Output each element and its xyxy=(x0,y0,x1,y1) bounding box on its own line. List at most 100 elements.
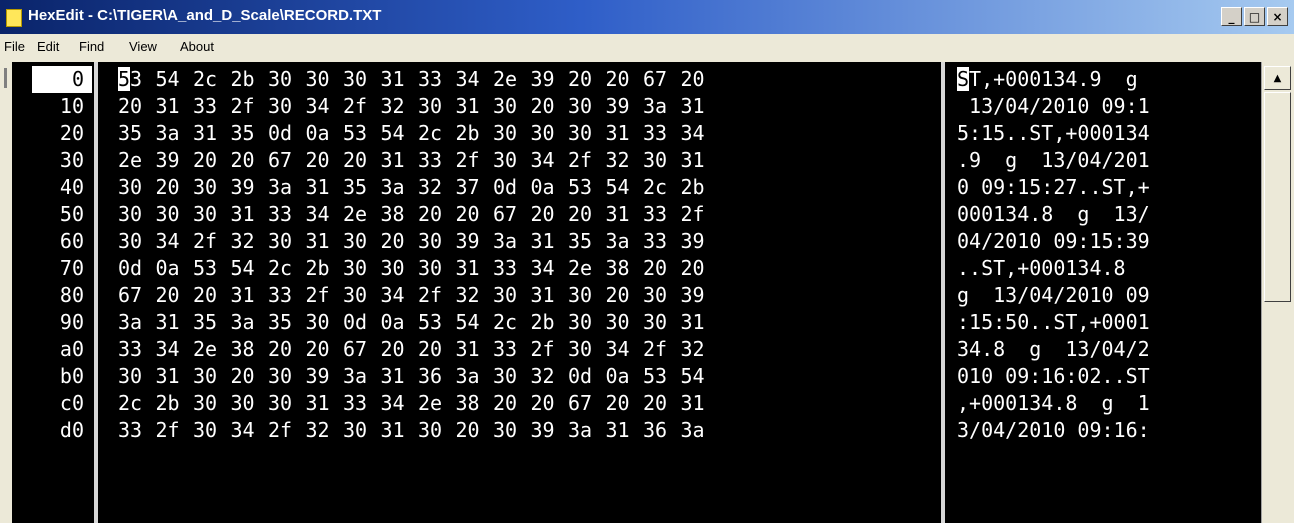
hex-byte[interactable]: 33 xyxy=(418,66,456,93)
hex-byte[interactable]: 39 xyxy=(156,147,194,174)
hex-byte[interactable]: 0d xyxy=(568,363,606,390)
hex-byte[interactable]: 30 xyxy=(568,120,606,147)
hex-byte[interactable]: 3a xyxy=(568,417,606,444)
ascii-row[interactable]: 04/2010 09:15:39 xyxy=(957,228,1257,255)
app-icon[interactable] xyxy=(6,9,22,27)
hex-byte[interactable]: 53 xyxy=(568,174,606,201)
hex-byte[interactable]: 20 xyxy=(531,390,569,417)
hex-byte[interactable]: 35 xyxy=(118,120,156,147)
hex-byte[interactable]: 36 xyxy=(643,417,681,444)
hex-byte[interactable]: 67 xyxy=(493,201,531,228)
ascii-row[interactable]: g 13/04/2010 09 xyxy=(957,282,1257,309)
hex-byte[interactable]: 53 xyxy=(118,66,156,93)
hex-byte[interactable]: 20 xyxy=(231,147,269,174)
hex-byte[interactable]: 2c xyxy=(268,255,306,282)
hex-byte[interactable]: 33 xyxy=(268,201,306,228)
hex-byte[interactable]: 3a xyxy=(118,309,156,336)
hex-byte[interactable]: 30 xyxy=(493,147,531,174)
hex-row[interactable]: 3a 31 35 3a 35 30 0d 0a 53 54 2c 2b 30 30 30 31 xyxy=(118,309,938,336)
hex-byte[interactable]: 38 xyxy=(606,255,644,282)
hex-byte[interactable]: 20 xyxy=(568,66,606,93)
hex-byte[interactable]: 34 xyxy=(606,336,644,363)
hex-byte[interactable]: 20 xyxy=(193,147,231,174)
hex-byte[interactable]: 30 xyxy=(118,228,156,255)
hex-byte[interactable]: 0a xyxy=(381,309,419,336)
hex-byte[interactable]: 2f xyxy=(343,93,381,120)
hex-byte[interactable]: 20 xyxy=(306,336,344,363)
hex-byte[interactable]: 2c xyxy=(418,120,456,147)
hex-byte[interactable]: 20 xyxy=(193,282,231,309)
hex-byte[interactable]: 38 xyxy=(231,336,269,363)
hex-byte[interactable]: 0a xyxy=(306,120,344,147)
hex-byte[interactable]: 2e xyxy=(568,255,606,282)
hex-row[interactable]: 2e 39 20 20 67 20 20 31 33 2f 30 34 2f 32 30 31 xyxy=(118,147,938,174)
ascii-row[interactable]: :15:50..ST,+0001 xyxy=(957,309,1257,336)
menu-about[interactable]: About xyxy=(180,39,214,54)
hex-byte[interactable]: 31 xyxy=(681,93,719,120)
hex-byte[interactable]: 30 xyxy=(118,363,156,390)
hex-byte[interactable]: 2b xyxy=(231,66,269,93)
hex-byte[interactable]: 20 xyxy=(156,282,194,309)
hex-byte[interactable]: 54 xyxy=(606,174,644,201)
ascii-row[interactable]: 13/04/2010 09:1 xyxy=(957,93,1257,120)
menu-view[interactable]: View xyxy=(129,39,157,54)
hex-byte[interactable]: 3a xyxy=(381,174,419,201)
hex-byte[interactable]: 2f xyxy=(681,201,719,228)
hex-byte[interactable]: 54 xyxy=(456,309,494,336)
hex-byte[interactable]: 30 xyxy=(493,120,531,147)
hex-byte[interactable]: 32 xyxy=(306,417,344,444)
hex-byte[interactable]: 67 xyxy=(118,282,156,309)
hex-byte[interactable]: 20 xyxy=(381,336,419,363)
hex-row[interactable]: 2c 2b 30 30 30 31 33 34 2e 38 20 20 67 20 20 31 xyxy=(118,390,938,417)
ascii-row[interactable]: 0 09:15:27..ST,+ xyxy=(957,174,1257,201)
hex-byte[interactable]: 53 xyxy=(343,120,381,147)
hex-byte[interactable]: 54 xyxy=(231,255,269,282)
hex-byte[interactable]: 31 xyxy=(156,309,194,336)
hex-byte[interactable]: 20 xyxy=(643,390,681,417)
hex-byte[interactable]: 67 xyxy=(343,336,381,363)
hex-byte[interactable]: 30 xyxy=(381,255,419,282)
hex-byte[interactable]: 20 xyxy=(568,201,606,228)
hex-byte[interactable]: 34 xyxy=(306,93,344,120)
hex-byte[interactable]: 20 xyxy=(156,174,194,201)
hex-byte[interactable]: 20 xyxy=(606,390,644,417)
hex-byte[interactable]: 30 xyxy=(606,309,644,336)
hex-byte[interactable]: 39 xyxy=(531,66,569,93)
ascii-row[interactable]: .9 g 13/04/201 xyxy=(957,147,1257,174)
hex-byte[interactable]: 34 xyxy=(531,147,569,174)
hex-byte[interactable]: 34 xyxy=(381,390,419,417)
hex-byte[interactable]: 35 xyxy=(343,174,381,201)
hex-byte[interactable]: 35 xyxy=(231,120,269,147)
ascii-row[interactable]: ST,+000134.9 g xyxy=(957,66,1257,93)
hex-byte[interactable]: 20 xyxy=(643,255,681,282)
hex-byte[interactable]: 2b xyxy=(306,255,344,282)
hex-byte[interactable]: 30 xyxy=(493,282,531,309)
hex-byte[interactable]: 3a xyxy=(606,228,644,255)
hex-byte[interactable]: 20 xyxy=(381,228,419,255)
hex-byte[interactable]: 3a xyxy=(681,417,719,444)
hex-row[interactable]: 33 2f 30 34 2f 32 30 31 30 20 30 39 3a 31 36 3a xyxy=(118,417,938,444)
hex-byte[interactable]: 31 xyxy=(681,147,719,174)
hex-byte[interactable]: 31 xyxy=(606,120,644,147)
hex-byte[interactable]: 32 xyxy=(456,282,494,309)
hex-byte[interactable]: 30 xyxy=(418,417,456,444)
hex-byte[interactable]: 30 xyxy=(568,282,606,309)
hex-byte[interactable]: 31 xyxy=(306,390,344,417)
ascii-row[interactable]: 5:15..ST,+000134 xyxy=(957,120,1257,147)
hex-byte[interactable]: 39 xyxy=(681,282,719,309)
hex-row[interactable]: 30 20 30 39 3a 31 35 3a 32 37 0d 0a 53 54 2c 2b xyxy=(118,174,938,201)
hex-byte[interactable]: 30 xyxy=(193,417,231,444)
menu-find[interactable]: Find xyxy=(79,39,104,54)
hex-byte[interactable]: 0d xyxy=(118,255,156,282)
hex-byte[interactable]: 33 xyxy=(643,228,681,255)
hex-byte[interactable]: 2f xyxy=(268,417,306,444)
hex-byte[interactable]: 30 xyxy=(343,255,381,282)
hex-byte[interactable]: 20 xyxy=(418,336,456,363)
hex-byte[interactable]: 67 xyxy=(568,390,606,417)
minimize-button[interactable]: _ xyxy=(1221,7,1242,26)
hex-byte[interactable]: 30 xyxy=(268,363,306,390)
hex-byte[interactable]: 30 xyxy=(118,174,156,201)
hex-row[interactable]: 33 34 2e 38 20 20 67 20 20 31 33 2f 30 34 2f 32 xyxy=(118,336,938,363)
hex-byte[interactable]: 39 xyxy=(681,228,719,255)
hex-byte[interactable]: 2f xyxy=(418,282,456,309)
